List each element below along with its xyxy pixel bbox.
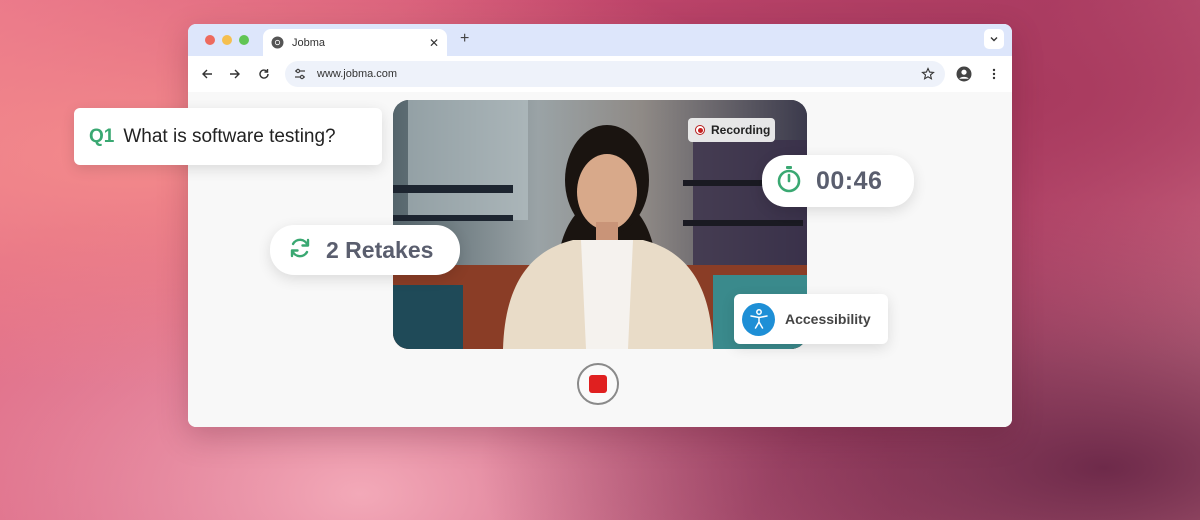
timer-pill: 00:46 [762, 155, 914, 207]
minimize-window-button[interactable] [222, 35, 232, 45]
accessibility-button[interactable]: Accessibility [734, 294, 888, 344]
accessibility-label: Accessibility [785, 311, 871, 327]
maximize-window-button[interactable] [239, 35, 249, 45]
accessibility-icon [742, 302, 775, 336]
stop-icon [589, 375, 607, 393]
recording-label: Recording [711, 123, 771, 137]
tab-bar: Jobma ✕ + [188, 24, 1012, 56]
window-controls [205, 35, 249, 45]
profile-icon[interactable] [955, 65, 973, 83]
chevron-down-icon [990, 37, 998, 42]
browser-toolbar: www.jobma.com [188, 56, 1012, 93]
forward-arrow-icon[interactable] [226, 65, 244, 83]
timer-value: 00:46 [816, 166, 883, 195]
stop-recording-button[interactable] [577, 363, 619, 405]
question-card: Q1 What is software testing? [74, 108, 382, 165]
close-icon[interactable]: ✕ [429, 36, 439, 50]
retakes-count: 2 Retakes [326, 236, 434, 263]
recording-badge: Recording [688, 118, 775, 142]
recording-dot-icon [695, 125, 705, 135]
tab-title: Jobma [292, 36, 326, 49]
star-icon[interactable] [921, 67, 935, 81]
question-text: What is software testing? [123, 125, 336, 147]
plus-icon[interactable]: + [460, 30, 469, 48]
more-vertical-icon[interactable] [985, 65, 1003, 83]
address-bar[interactable]: www.jobma.com [285, 61, 945, 87]
refresh-icon [288, 236, 312, 265]
tab-search-button[interactable] [984, 29, 1004, 49]
back-arrow-icon[interactable] [198, 65, 216, 83]
stopwatch-icon [776, 165, 802, 198]
site-settings-icon[interactable] [293, 67, 307, 81]
close-window-button[interactable] [205, 35, 215, 45]
browser-tab[interactable]: Jobma ✕ [263, 29, 447, 56]
retakes-pill: 2 Retakes [270, 225, 460, 275]
question-number: Q1 [89, 125, 115, 147]
url-text: www.jobma.com [317, 68, 398, 80]
chrome-icon [271, 36, 284, 49]
reload-icon[interactable] [255, 65, 273, 83]
